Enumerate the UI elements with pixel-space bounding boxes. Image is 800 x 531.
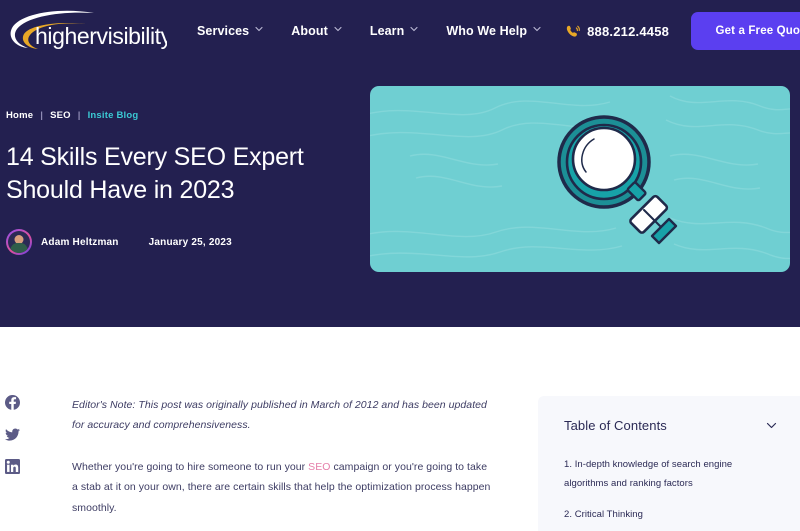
avatar: [6, 229, 32, 255]
magnifying-glass-illustration: [370, 95, 790, 260]
seo-link[interactable]: SEO: [308, 461, 330, 473]
nav-item-services[interactable]: Services: [197, 24, 263, 38]
chevron-down-icon[interactable]: [765, 419, 778, 432]
toc-item-2[interactable]: 2. Critical Thinking: [564, 506, 778, 525]
table-of-contents-panel: Table of Contents 1. In-depth knowledge …: [538, 396, 800, 531]
nav-item-label: Who We Help: [446, 24, 528, 38]
chevron-down-icon: [255, 25, 263, 33]
toc-title: Table of Contents: [564, 418, 667, 433]
get-free-quote-button[interactable]: Get a Free Quote: [691, 12, 800, 50]
linkedin-icon[interactable]: [5, 459, 20, 474]
paragraph-text-before: Whether you're going to hire someone to …: [72, 461, 309, 474]
hero-section: highervisibility Services About Learn Wh…: [0, 0, 800, 327]
breadcrumb-separator: |: [77, 110, 81, 121]
article-paragraph-1: Whether you're going to hire someone to …: [72, 457, 492, 517]
twitter-icon[interactable]: [5, 427, 20, 442]
author-name[interactable]: Adam Heltzman: [41, 237, 119, 248]
chevron-down-icon: [334, 25, 342, 33]
breadcrumb-item-insite-blog[interactable]: Insite Blog: [88, 110, 139, 121]
phone-number[interactable]: 888.212.4458: [587, 24, 669, 39]
nav-item-label: Services: [197, 24, 250, 38]
hero-text-column: Home | SEO | Insite Blog 14 Skills Every…: [6, 110, 356, 255]
nav-item-who-we-help[interactable]: Who We Help: [446, 24, 541, 38]
logo-mark-icon: highervisibility: [10, 10, 167, 49]
facebook-icon[interactable]: [5, 395, 20, 410]
nav-item-label: Learn: [369, 24, 405, 38]
site-logo[interactable]: highervisibility: [2, 8, 167, 54]
phone-block[interactable]: 888.212.4458: [565, 24, 669, 39]
hero-image: [370, 86, 790, 272]
chevron-down-icon: [533, 25, 541, 33]
editors-note: Editor's Note: This post was originally …: [72, 399, 487, 432]
page-title: 14 Skills Every SEO Expert Should Have i…: [6, 143, 304, 204]
social-share-rail: [5, 395, 20, 474]
post-date: January 25, 2023: [148, 236, 232, 248]
breadcrumb: Home | SEO | Insite Blog: [6, 110, 356, 121]
svg-text:highervisibility: highervisibility: [35, 23, 167, 49]
nav-item-about[interactable]: About: [291, 24, 342, 38]
phone-ring-icon: [566, 25, 581, 37]
nav-item-label: About: [291, 24, 328, 38]
site-header: highervisibility Services About Learn Wh…: [0, 0, 800, 62]
breadcrumb-separator: |: [40, 110, 44, 121]
chevron-down-icon: [410, 25, 418, 33]
breadcrumb-item-seo[interactable]: SEO: [50, 110, 71, 121]
nav-item-learn[interactable]: Learn: [370, 24, 419, 38]
main-nav: Services About Learn Who We Help: [197, 24, 569, 38]
byline: Adam Heltzman January 25, 2023: [6, 229, 356, 255]
toc-header[interactable]: Table of Contents: [564, 418, 778, 433]
breadcrumb-item-home[interactable]: Home: [6, 110, 33, 121]
article-body: Editor's Note: This post was originally …: [72, 395, 492, 518]
toc-item-1[interactable]: 1. In-depth knowledge of search engine a…: [564, 456, 778, 493]
